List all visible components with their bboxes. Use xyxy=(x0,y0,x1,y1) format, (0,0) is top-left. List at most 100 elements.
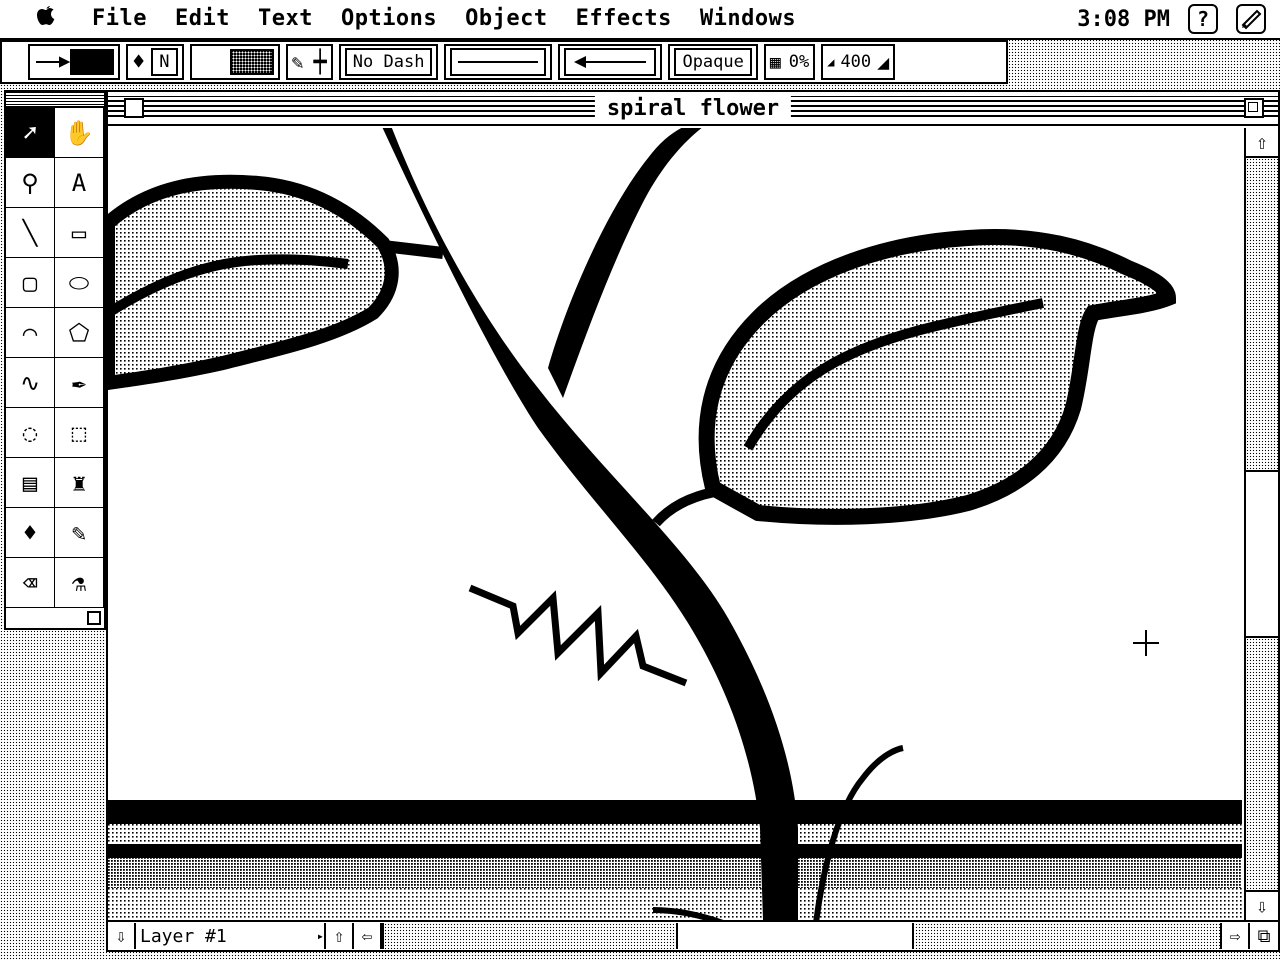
zoom-value[interactable]: 400 xyxy=(840,52,871,72)
layer-down-arrow-icon[interactable]: ⇩ xyxy=(108,923,136,949)
lasso-icon: ◌ xyxy=(22,418,38,447)
menu-windows[interactable]: Windows xyxy=(686,0,810,38)
brush-tool[interactable]: ♜ xyxy=(55,458,104,508)
line-style-control[interactable] xyxy=(444,44,553,80)
pen-color-swatch xyxy=(70,49,114,75)
line-width-control[interactable]: ✎ ┿ xyxy=(285,44,333,80)
toolbox-resize-icon[interactable] xyxy=(87,611,101,625)
horizontal-scroll-thumb[interactable] xyxy=(676,923,914,949)
scroll-up-arrow-icon[interactable]: ⇧ xyxy=(1246,128,1278,158)
dense-band xyxy=(108,858,1242,888)
eraser-icon: ⌫ xyxy=(22,568,38,597)
drawing-canvas[interactable] xyxy=(108,128,1242,920)
paint-bucket-icon: ♦ xyxy=(22,518,38,547)
zigzag-stroke xyxy=(468,584,688,687)
close-box-icon[interactable] xyxy=(124,98,144,118)
vertical-scrollbar[interactable]: ⇧ ⇩ xyxy=(1244,128,1278,920)
vertical-scroll-thumb[interactable] xyxy=(1246,470,1278,638)
window-title-bar[interactable]: spiral flower xyxy=(108,92,1278,126)
paint-style-bar: ♦ N ✎ ┿ No Dash Opaque ▦ 0% ◢ 400 ◢ xyxy=(0,40,1008,84)
dash-value[interactable]: No Dash xyxy=(344,48,433,76)
fill-pattern-swatch xyxy=(229,49,274,75)
help-icon[interactable]: ? xyxy=(1188,4,1218,34)
fill-pattern-control[interactable] xyxy=(189,44,280,80)
menu-object[interactable]: Object xyxy=(451,0,561,38)
oval-tool[interactable]: ⬭ xyxy=(55,258,104,308)
upper-branch xyxy=(548,128,702,398)
light-band xyxy=(108,888,1242,920)
eyedropper-icon: ⚗ xyxy=(71,568,87,597)
transfer-mode-control[interactable]: Opaque xyxy=(668,44,758,80)
menu-clock: 3:08 PM xyxy=(1077,6,1170,32)
line-tool[interactable]: ╲ xyxy=(6,208,55,258)
menu-bar: File Edit Text Options Object Effects Wi… xyxy=(0,0,1280,40)
percent-value[interactable]: 0% xyxy=(789,52,809,72)
zoom-wedge-icon: ◢ xyxy=(877,50,890,74)
marquee-tool[interactable]: ⬚ xyxy=(55,408,104,458)
hand-tool[interactable]: ✋ xyxy=(55,108,104,158)
fill-control[interactable]: ♦ N xyxy=(126,44,184,80)
zoom-control[interactable]: ◢ 400 ◢ xyxy=(821,44,896,80)
black-band xyxy=(108,800,1242,824)
oval-icon: ⬭ xyxy=(68,268,90,297)
scroll-left-arrow-icon[interactable]: ⇦ xyxy=(354,923,382,949)
tool-grid: ➚ ✋ ⚲ A ╲ ▭ ▢ ⬭ ⌒ ⬠ ∿ ✒ ◌ ⬚ ▤ ♜ ♦ ✎ ⌫ ⚗ xyxy=(6,108,104,608)
scroll-right-arrow-icon[interactable]: ⇨ xyxy=(1222,923,1250,949)
crosshair-cursor xyxy=(1133,630,1159,656)
pen-icon xyxy=(36,56,70,68)
dash-control[interactable]: No Dash xyxy=(338,44,439,80)
left-leaf xyxy=(108,174,399,391)
grow-box-icon[interactable]: ⧉ xyxy=(1250,923,1278,949)
spray-tool[interactable]: ▤ xyxy=(6,458,55,508)
eyedropper-tool[interactable]: ⚗ xyxy=(55,558,104,608)
transfer-mode-value[interactable]: Opaque xyxy=(674,48,752,76)
arc-tool[interactable]: ⌒ xyxy=(6,308,55,358)
polygon-tool[interactable]: ⬠ xyxy=(55,308,104,358)
right-leaf xyxy=(698,229,1177,525)
dotted-band xyxy=(108,824,1242,844)
zoom-tool[interactable]: ⚲ xyxy=(6,158,55,208)
apple-menu-icon[interactable] xyxy=(26,4,66,34)
hand-icon: ✋ xyxy=(64,118,94,147)
left-leaf-stem xyxy=(382,240,444,259)
window-title: spiral flower xyxy=(594,95,792,123)
percent-control[interactable]: ▦ 0% xyxy=(763,44,816,80)
pencil-icon: ✎ xyxy=(71,518,87,547)
fill-mode-value[interactable]: N xyxy=(151,48,178,76)
scroll-down-arrow-icon[interactable]: ⇩ xyxy=(1246,890,1278,920)
layer-up-arrow-icon[interactable]: ⇧ xyxy=(326,923,354,949)
menu-file[interactable]: File xyxy=(78,0,161,38)
line-style-sample xyxy=(450,48,547,76)
eraser-tool[interactable]: ⌫ xyxy=(6,558,55,608)
pen-tool[interactable]: ✒ xyxy=(55,358,104,408)
lasso-tool[interactable]: ◌ xyxy=(6,408,55,458)
paint-bucket-tool[interactable]: ♦ xyxy=(6,508,55,558)
horizontal-scrollbar[interactable] xyxy=(382,923,1222,949)
rounded-rectangle-icon: ▢ xyxy=(22,268,38,297)
marquee-icon: ⬚ xyxy=(71,418,87,447)
layer-selector[interactable]: Layer #1 ▸ xyxy=(136,923,326,949)
pen-pencil-icon: ✎ xyxy=(291,50,304,74)
toolbox-title-bar[interactable] xyxy=(6,92,104,108)
menu-options[interactable]: Options xyxy=(327,0,451,38)
menu-text[interactable]: Text xyxy=(244,0,327,38)
menu-effects[interactable]: Effects xyxy=(562,0,686,38)
text-tool[interactable]: A xyxy=(55,158,104,208)
pen-color-control[interactable] xyxy=(28,44,120,80)
text-icon: A xyxy=(71,168,87,197)
pointer-tool[interactable]: ➚ xyxy=(6,108,55,158)
freehand-tool[interactable]: ∿ xyxy=(6,358,55,408)
zoom-triangle-icon: ◢ xyxy=(827,55,835,69)
freehand-icon: ∿ xyxy=(19,368,41,397)
polygon-icon: ⬠ xyxy=(68,318,90,347)
pointer-icon: ➚ xyxy=(22,118,38,147)
zoom-icon: ⚲ xyxy=(21,168,39,197)
rectangle-tool[interactable]: ▭ xyxy=(55,208,104,258)
zoom-box-icon[interactable] xyxy=(1244,98,1264,118)
artwork xyxy=(108,128,1242,920)
menu-edit[interactable]: Edit xyxy=(161,0,244,38)
arrowhead-control[interactable] xyxy=(558,44,663,80)
application-menu-icon[interactable] xyxy=(1236,4,1266,34)
rounded-rectangle-tool[interactable]: ▢ xyxy=(6,258,55,308)
pencil-tool[interactable]: ✎ xyxy=(55,508,104,558)
